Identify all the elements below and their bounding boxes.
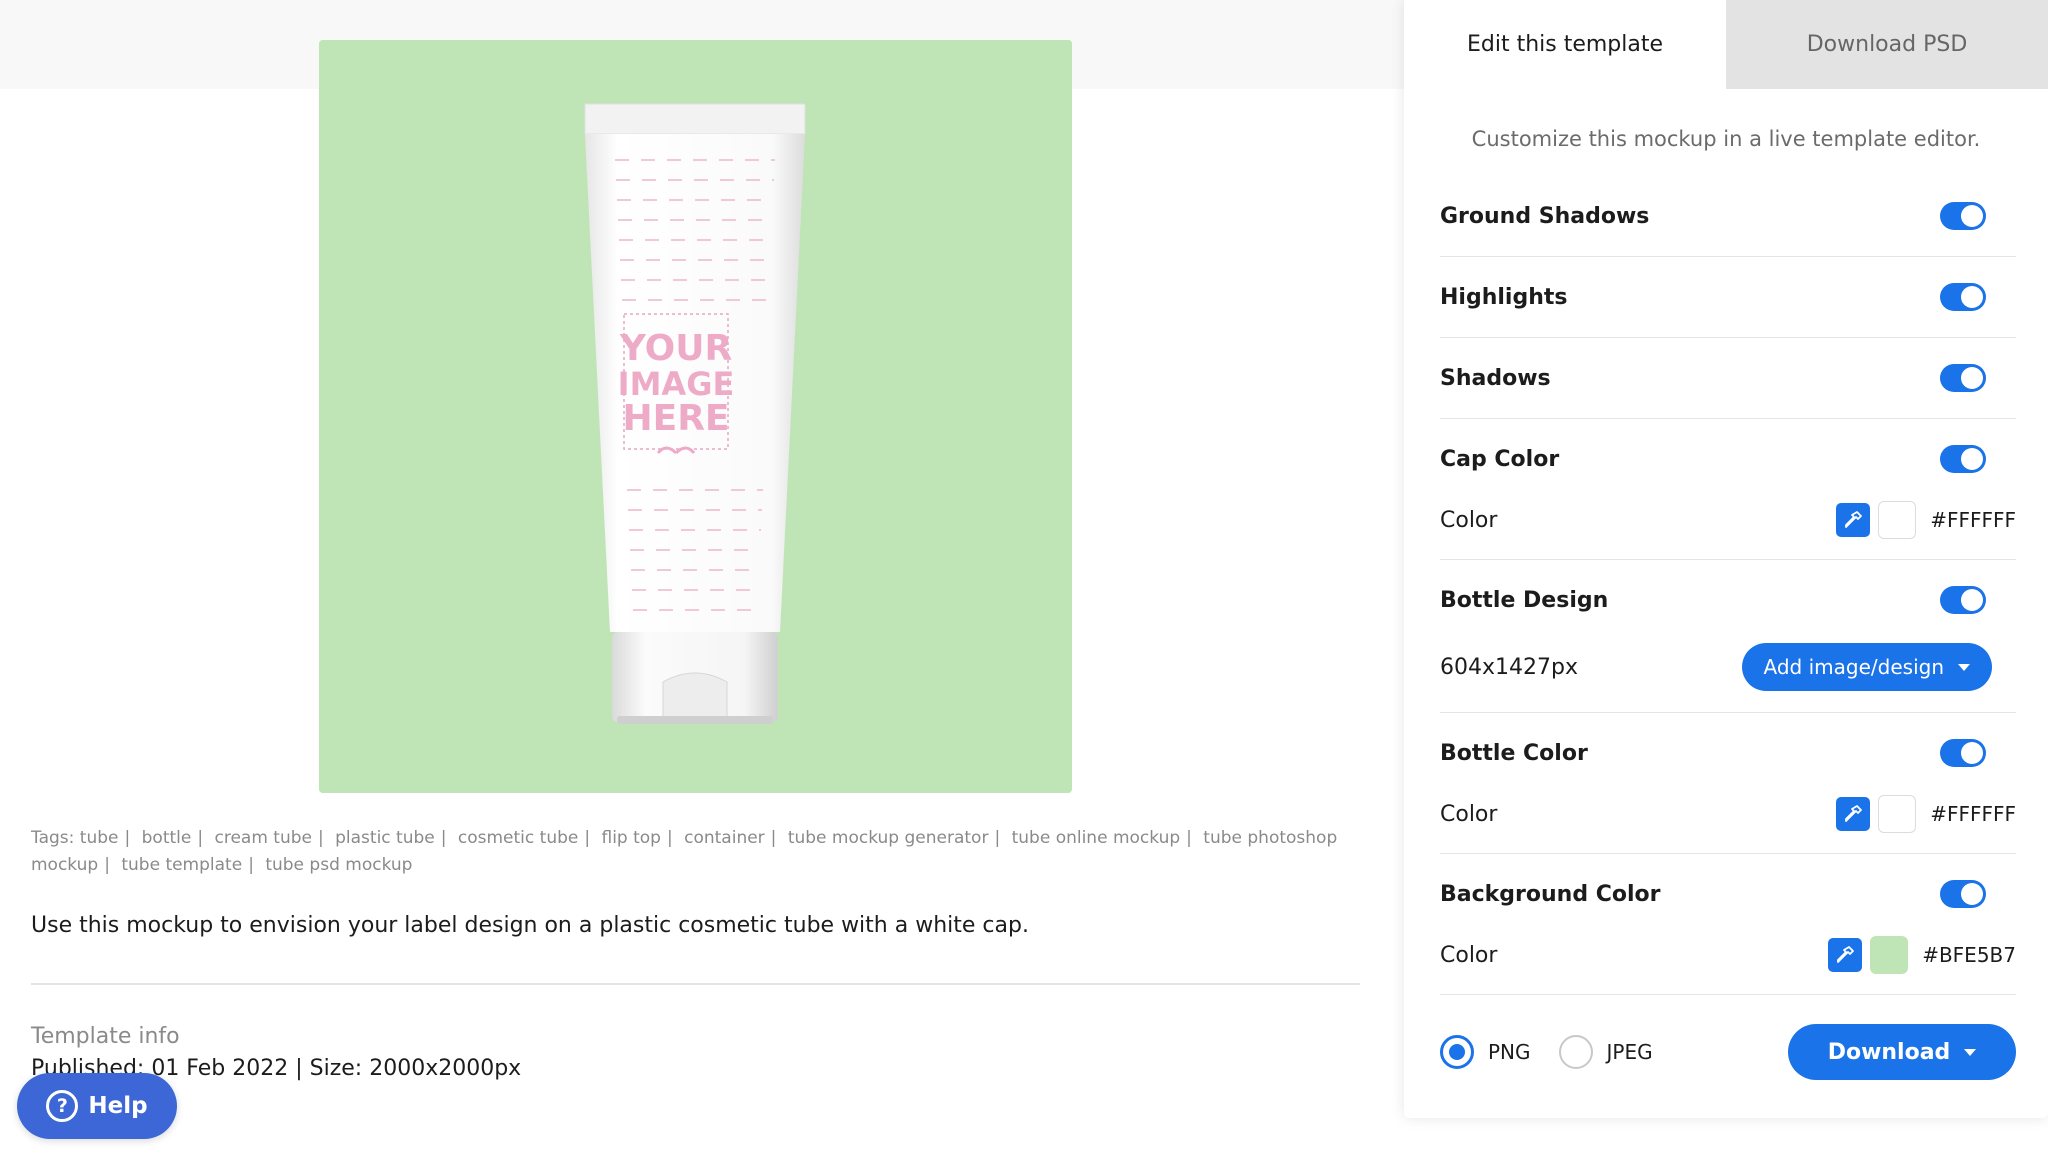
background-color-toggle[interactable] bbox=[1940, 880, 1986, 908]
template-description: Use this mockup to envision your label d… bbox=[31, 913, 1029, 938]
tab-edit-template[interactable]: Edit this template bbox=[1404, 0, 1726, 89]
option-label: Ground Shadows bbox=[1440, 203, 1650, 229]
color-label: Color bbox=[1440, 801, 1498, 827]
design-size: 604x1427px bbox=[1440, 654, 1578, 680]
bottle-color-row: Color #FFFFFF bbox=[1440, 785, 2016, 843]
row-divider bbox=[1440, 994, 2016, 995]
tag-link[interactable]: bottle bbox=[142, 828, 192, 848]
panel-subtitle: Customize this mockup in a live template… bbox=[1471, 127, 1981, 151]
option-ground-shadows: Ground Shadows bbox=[1440, 176, 2016, 256]
download-button[interactable]: Download bbox=[1788, 1024, 2016, 1080]
tab-download-psd[interactable]: Download PSD bbox=[1726, 0, 2048, 89]
tag-link[interactable]: tube template bbox=[121, 855, 242, 875]
group-bottle-design: Bottle Design 604x1427px Add image/desig… bbox=[1440, 560, 2016, 712]
tag-link[interactable]: tube bbox=[80, 828, 119, 848]
caret-down-icon bbox=[1958, 663, 1970, 671]
bottle-design-toggle[interactable] bbox=[1940, 586, 1986, 614]
group-bottle-color: Bottle Color Color #FFFFFF bbox=[1440, 713, 2016, 853]
jpeg-label: JPEG bbox=[1606, 1040, 1653, 1064]
tube-mockup-image: YOUR IMAGE HERE bbox=[319, 40, 1072, 793]
bottle-color-swatch[interactable] bbox=[1878, 795, 1917, 833]
background-color-hex: #BFE5B7 bbox=[1922, 943, 2016, 967]
tags-list: Tags: tube | bottle | cream tube | plastic … bbox=[31, 828, 1338, 875]
eyedropper-icon[interactable] bbox=[1836, 797, 1871, 831]
cap-color-hex: #FFFFFF bbox=[1930, 508, 2016, 532]
caret-down-icon bbox=[1964, 1048, 1977, 1056]
option-label: Highlights bbox=[1440, 284, 1568, 310]
bottle-design-row: 604x1427px Add image/design bbox=[1440, 632, 2016, 702]
tag-link[interactable]: container bbox=[684, 828, 765, 848]
option-label: Background Color bbox=[1440, 881, 1661, 907]
panel-tabs: Edit this template Download PSD bbox=[1404, 0, 2048, 89]
tag-link[interactable]: tube psd mockup bbox=[265, 855, 412, 875]
option-label: Shadows bbox=[1440, 365, 1551, 391]
option-bottle-color: Bottle Color bbox=[1440, 713, 2016, 793]
group-background-color: Background Color Color #BFE5B7 bbox=[1440, 854, 2016, 994]
content-divider bbox=[31, 983, 1360, 985]
option-cap-color: Cap Color bbox=[1440, 419, 2016, 499]
tag-link[interactable]: tube online mockup bbox=[1012, 828, 1181, 848]
download-label: Download bbox=[1827, 1039, 1951, 1065]
help-label: Help bbox=[88, 1093, 148, 1119]
color-label: Color bbox=[1440, 942, 1498, 968]
tag-link[interactable]: cream tube bbox=[214, 828, 312, 848]
format-selector: PNG JPEG bbox=[1440, 1035, 1667, 1069]
png-radio[interactable] bbox=[1440, 1035, 1474, 1069]
tag-link[interactable]: cosmetic tube bbox=[458, 828, 578, 848]
eyedropper-icon[interactable] bbox=[1836, 503, 1871, 537]
background-color-swatch[interactable] bbox=[1870, 936, 1909, 974]
option-label: Bottle Color bbox=[1440, 740, 1588, 766]
bottle-color-control: #FFFFFF bbox=[1836, 795, 2016, 833]
bottle-color-toggle[interactable] bbox=[1940, 739, 1986, 767]
color-label: Color bbox=[1440, 507, 1498, 533]
option-highlights: Highlights bbox=[1440, 257, 2016, 337]
option-label: Cap Color bbox=[1440, 446, 1560, 472]
add-image-design-label: Add image/design bbox=[1763, 655, 1944, 679]
option-background-color: Background Color bbox=[1440, 854, 2016, 934]
option-shadows: Shadows bbox=[1440, 338, 2016, 418]
highlights-toggle[interactable] bbox=[1940, 283, 1986, 311]
cap-color-swatch[interactable] bbox=[1878, 501, 1917, 539]
cap-color-toggle[interactable] bbox=[1940, 445, 1986, 473]
png-label: PNG bbox=[1488, 1040, 1531, 1064]
placeholder-text-line1: YOUR bbox=[619, 328, 732, 369]
option-label: Bottle Design bbox=[1440, 587, 1609, 613]
jpeg-radio[interactable] bbox=[1558, 1035, 1593, 1069]
tags-prefix: Tags: bbox=[31, 828, 75, 848]
template-info-heading: Template info bbox=[31, 1024, 180, 1049]
tag-link[interactable]: flip top bbox=[601, 828, 660, 848]
tag-link[interactable]: plastic tube bbox=[335, 828, 435, 848]
tag-link[interactable]: tube mockup generator bbox=[788, 828, 989, 848]
help-button[interactable]: ? Help bbox=[17, 1073, 177, 1139]
placeholder-text-line3: HERE bbox=[622, 398, 729, 439]
editor-panel: Edit this template Download PSD Customiz… bbox=[1404, 0, 2048, 1118]
bottle-color-hex: #FFFFFF bbox=[1930, 802, 2016, 826]
question-circle-icon: ? bbox=[46, 1090, 79, 1122]
group-cap-color: Cap Color Color #FFFFFF bbox=[1440, 419, 2016, 559]
background-color-control: #BFE5B7 bbox=[1828, 936, 2016, 974]
options-list: Ground Shadows Highlights Shadows Cap Co… bbox=[1440, 176, 2016, 995]
add-image-design-button[interactable]: Add image/design bbox=[1741, 643, 1992, 691]
eyedropper-icon[interactable] bbox=[1828, 938, 1863, 972]
cap-color-control: #FFFFFF bbox=[1836, 501, 2016, 539]
background-color-row: Color #BFE5B7 bbox=[1440, 926, 2016, 984]
option-bottle-design: Bottle Design bbox=[1440, 560, 2016, 640]
mockup-preview: YOUR IMAGE HERE bbox=[319, 40, 1072, 793]
ground-shadows-toggle[interactable] bbox=[1940, 202, 1986, 230]
cap-color-row: Color #FFFFFF bbox=[1440, 491, 2016, 549]
shadows-toggle[interactable] bbox=[1940, 364, 1986, 392]
download-footer: PNG JPEG Download bbox=[1440, 1022, 2016, 1082]
